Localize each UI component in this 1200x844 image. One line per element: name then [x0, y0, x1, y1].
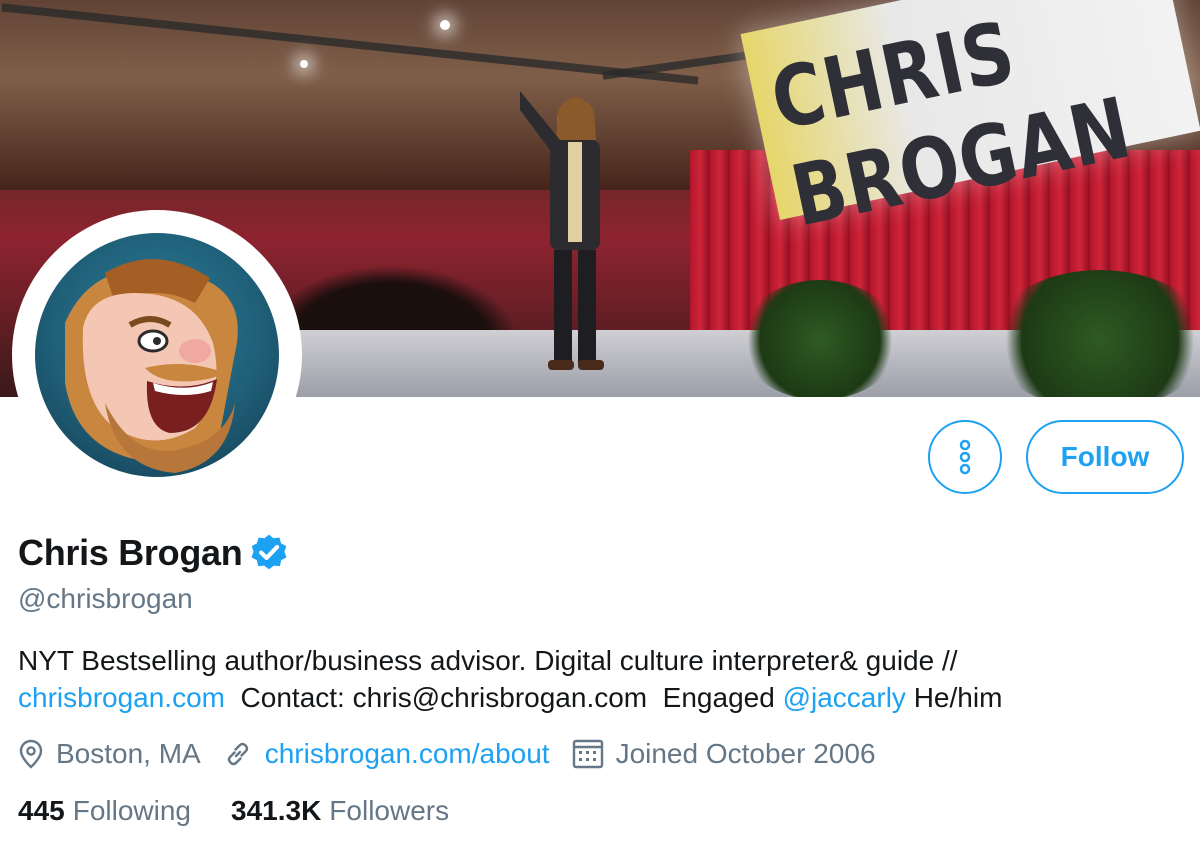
following-label: Following	[72, 795, 191, 826]
banner-plant	[740, 280, 900, 397]
joined-text: Joined October 2006	[615, 738, 876, 769]
profile-joined: Joined October 2006	[572, 738, 876, 770]
profile-handle: @chrisbrogan	[18, 583, 193, 614]
banner-light	[440, 20, 450, 30]
follow-button[interactable]: Follow	[1026, 420, 1184, 494]
more-options-button[interactable]	[928, 420, 1002, 494]
link-icon	[227, 742, 248, 766]
avatar[interactable]	[12, 210, 302, 500]
verified-badge-icon	[251, 534, 287, 570]
bio-website-link[interactable]: chrisbrogan.com	[18, 682, 225, 713]
avatar-illustration	[35, 233, 279, 477]
profile-website[interactable]: chrisbrogan.com/about	[223, 738, 550, 770]
profile-name: Chris Brogan	[18, 532, 243, 573]
bio-line-1: NYT Bestselling author/business advisor.…	[18, 645, 958, 676]
location-text: Boston, MA	[56, 738, 201, 769]
bio-mention-link[interactable]: @jaccarly	[783, 682, 906, 713]
website-link[interactable]: chrisbrogan.com/about	[265, 738, 550, 770]
calendar-icon	[572, 739, 603, 769]
followers-label: Followers	[329, 795, 450, 826]
profile-stats: 445 Following 341.3K Followers	[18, 795, 489, 827]
location-pin-icon	[19, 739, 43, 769]
followers-stat[interactable]: 341.3K Followers	[231, 795, 449, 827]
profile-name-row: Chris Brogan	[18, 532, 290, 574]
bio-line-2: chrisbrogan.com Contact: chris@chrisbrog…	[18, 679, 1188, 716]
following-stat[interactable]: 445 Following	[18, 795, 191, 827]
profile-bio: NYT Bestselling author/business advisor.…	[18, 642, 1188, 716]
profile-meta: Boston, MA chrisbrogan.com/about Joined …	[18, 735, 898, 773]
bio-pronouns-text: He/him	[905, 682, 1003, 713]
following-count: 445	[18, 795, 65, 826]
bio-contact-text: Contact: chris@chrisbrogan.com Engaged	[224, 682, 783, 713]
banner-speaker	[520, 90, 604, 370]
profile-location: Boston, MA	[18, 738, 201, 770]
followers-count: 341.3K	[231, 795, 322, 826]
banner-light	[300, 60, 308, 68]
avatar-cartoon-face	[65, 259, 238, 473]
more-vertical-icon	[959, 439, 971, 475]
